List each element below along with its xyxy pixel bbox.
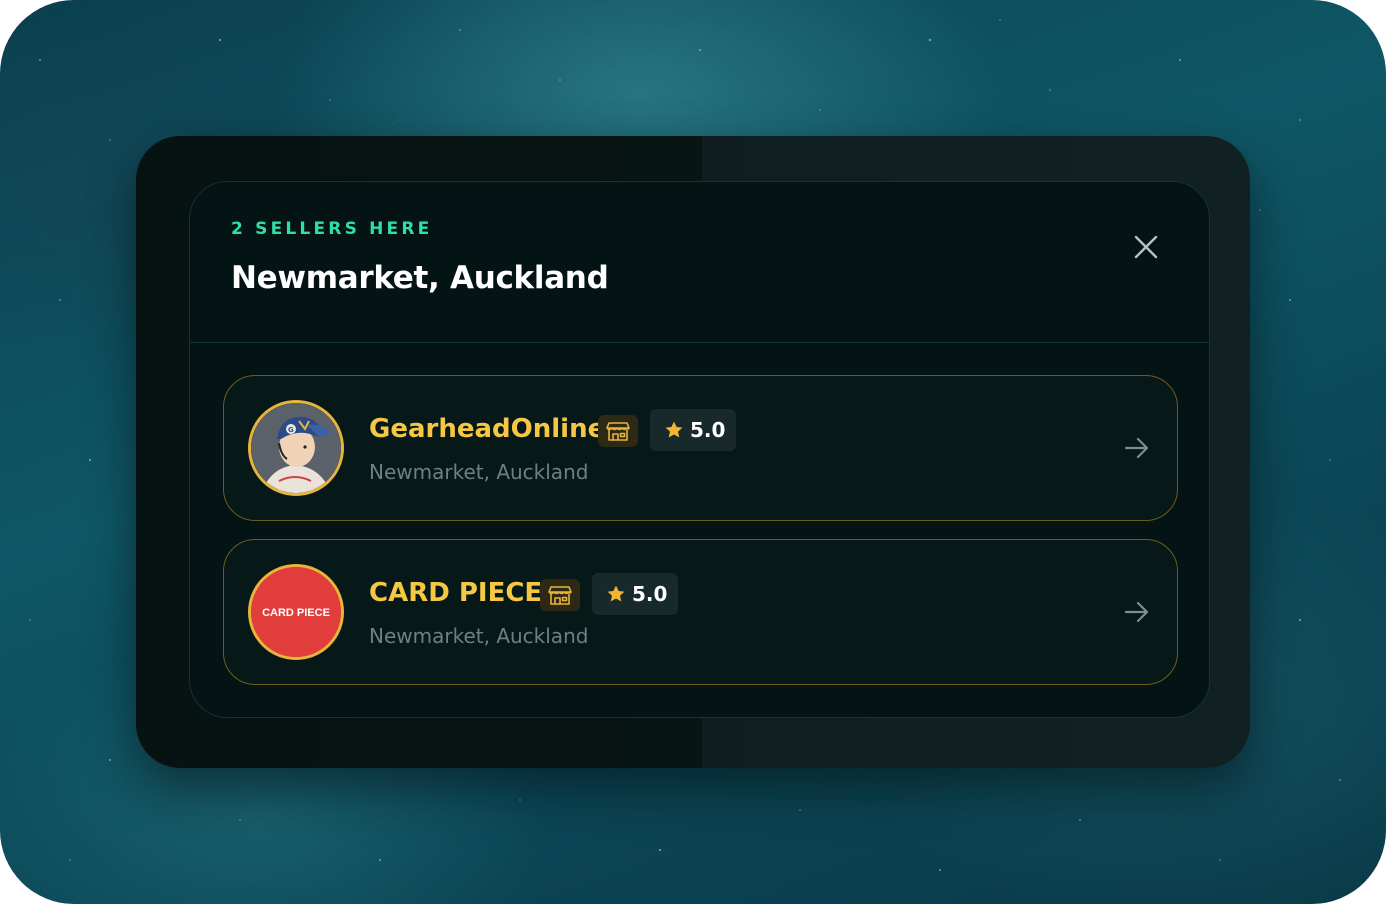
card-piece-logo: CARD PIECE — [251, 567, 341, 657]
avatar: G — [248, 400, 344, 496]
seller-count-label: 2 SELLERS HERE — [231, 219, 433, 239]
seller-name: CARD PIECE — [369, 578, 543, 608]
rating-value: 5.0 — [632, 582, 668, 606]
storefront-icon — [606, 422, 630, 441]
close-button[interactable] — [1129, 230, 1163, 264]
sellers-popup: 2 SELLERS HERE Newmarket, Auckland G Gea… — [189, 181, 1210, 718]
rating-badge: 5.0 — [592, 573, 678, 615]
seller-location: Newmarket, Auckland — [369, 460, 589, 484]
seller-card-card-piece[interactable]: CARD PIECE CARD PIECE 5.0 Newmarket, Auc… — [223, 539, 1178, 685]
rating-badge: 5.0 — [650, 409, 736, 451]
star-icon — [665, 421, 683, 438]
location-title: Newmarket, Auckland — [231, 260, 609, 296]
avatar: CARD PIECE — [248, 564, 344, 660]
star-icon — [607, 585, 625, 602]
rating-value: 5.0 — [690, 418, 726, 442]
arrow-right-icon[interactable] — [1124, 601, 1150, 623]
page-background: 2 SELLERS HERE Newmarket, Auckland G Gea… — [0, 0, 1386, 904]
card-piece-logo-text: CARD PIECE — [262, 607, 330, 619]
store-badge — [540, 579, 580, 611]
seller-card-gearheadonline[interactable]: G GearheadOnline 5.0 Newmarket, Auckland — [223, 375, 1178, 521]
popup-header: 2 SELLERS HERE Newmarket, Auckland — [190, 182, 1209, 343]
illustrated-avatar: G — [251, 403, 341, 493]
svg-text:G: G — [288, 426, 294, 434]
close-icon — [1134, 235, 1158, 259]
arrow-right-icon[interactable] — [1124, 437, 1150, 459]
store-badge — [598, 415, 638, 447]
seller-location: Newmarket, Auckland — [369, 624, 589, 648]
seller-name: GearheadOnline — [369, 414, 606, 444]
storefront-icon — [548, 586, 572, 605]
